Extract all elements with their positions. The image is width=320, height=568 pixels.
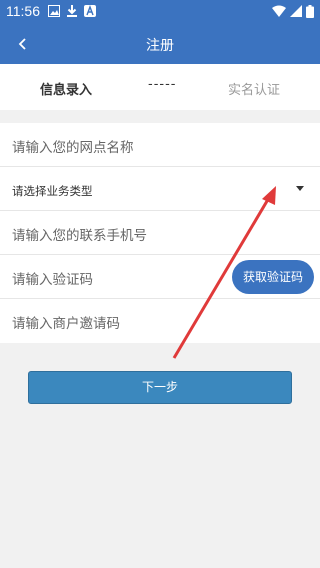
get-code-button[interactable]: 获取验证码 bbox=[232, 260, 314, 294]
business-type-placeholder: 请选择业务类型 bbox=[12, 184, 93, 198]
step-real-name-auth: 实名认证 bbox=[228, 83, 281, 98]
invite-code-field[interactable]: 请输入商户邀请码 bbox=[0, 299, 320, 343]
registration-form: 请输入您的网点名称 请选择业务类型 请输入您的联系手机号 请输入验证码 获取验证… bbox=[0, 123, 320, 343]
battery-icon bbox=[306, 5, 314, 18]
invite-placeholder: 请输入商户邀请码 bbox=[12, 316, 120, 332]
nav-bar: 注册 bbox=[0, 24, 320, 64]
app-notification-icon bbox=[84, 5, 96, 17]
phone-field[interactable]: 请输入您的联系手机号 bbox=[0, 211, 320, 255]
phone-placeholder: 请输入您的联系手机号 bbox=[12, 228, 147, 244]
status-time: 11:56 bbox=[6, 3, 40, 19]
shop-name-field[interactable]: 请输入您的网点名称 bbox=[0, 123, 320, 167]
shop-name-placeholder: 请输入您的网点名称 bbox=[12, 140, 134, 156]
dropdown-caret-icon bbox=[296, 186, 304, 191]
next-button[interactable]: 下一步 bbox=[28, 371, 292, 404]
status-bar: 11:56 bbox=[0, 0, 320, 24]
wifi-icon bbox=[272, 5, 286, 17]
business-type-select[interactable]: 请选择业务类型 bbox=[0, 167, 320, 211]
image-notification-icon bbox=[48, 5, 60, 17]
page-title: 注册 bbox=[146, 38, 174, 54]
signal-icon bbox=[290, 5, 302, 17]
registration-steps: 信息录入 ----- 实名认证 bbox=[0, 64, 320, 110]
code-placeholder: 请输入验证码 bbox=[12, 272, 93, 288]
download-notification-icon bbox=[67, 5, 77, 17]
verification-code-field[interactable]: 请输入验证码 获取验证码 bbox=[0, 255, 320, 299]
step-separator: ----- bbox=[148, 77, 177, 92]
step-info-entry: 信息录入 bbox=[40, 83, 93, 98]
